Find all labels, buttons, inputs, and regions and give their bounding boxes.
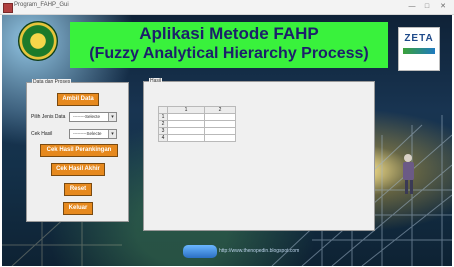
university-logo bbox=[18, 21, 58, 61]
minimize-button[interactable]: — bbox=[407, 2, 417, 11]
cek-hasil-akhir-button[interactable]: Cek Hasil Akhir bbox=[51, 163, 105, 176]
table-row-header: 3 bbox=[158, 127, 168, 135]
close-button[interactable]: ✕ bbox=[438, 2, 448, 11]
result-panel: Hasil 1 2 1 2 3 4 bbox=[143, 78, 375, 231]
jenis-data-label: Pilih Jenis Data bbox=[31, 114, 66, 120]
ambil-data-button[interactable]: Ambil Data bbox=[57, 93, 99, 106]
chevron-down-icon[interactable]: ▾ bbox=[108, 130, 116, 138]
app-icon bbox=[3, 3, 13, 13]
data-process-panel: Data dan Proses Ambil Data Pilih Jenis D… bbox=[26, 79, 129, 222]
zeta-logo-text: ZETA bbox=[404, 33, 434, 44]
cek-hasil-label: Cek Hasil bbox=[31, 131, 53, 137]
panel-caption: Data dan Proses bbox=[32, 79, 72, 85]
footer-url: http://www.thenopedin.blogspot.com bbox=[219, 248, 300, 254]
table-row-header: 1 bbox=[158, 113, 168, 121]
table-cell[interactable] bbox=[204, 127, 236, 135]
zeta-logo: ZETA bbox=[398, 27, 440, 71]
chevron-down-icon[interactable]: ▾ bbox=[108, 113, 116, 121]
main-window-background: Aplikasi Metode FAHP (Fuzzy Analytical H… bbox=[2, 15, 452, 266]
table-column-header[interactable]: 1 bbox=[167, 106, 205, 114]
cek-hasil-select[interactable]: ---------Selecte ▾ bbox=[69, 129, 117, 139]
table-row-header: 4 bbox=[158, 134, 168, 142]
result-table[interactable]: 1 2 1 2 3 4 bbox=[158, 106, 236, 142]
window-titlebar: Program_FAHP_Gui — □ ✕ bbox=[0, 0, 454, 15]
reset-button[interactable]: Reset bbox=[64, 183, 92, 196]
jenis-data-select[interactable]: --------Selecte ▾ bbox=[69, 112, 117, 122]
cek-perankingan-button[interactable]: Cek Hasil Perankingan bbox=[40, 144, 118, 157]
maximize-button[interactable]: □ bbox=[422, 2, 432, 11]
table-cell[interactable] bbox=[204, 120, 236, 128]
table-cell[interactable] bbox=[167, 120, 205, 128]
app-title-line1: Aplikasi Metode FAHP bbox=[139, 24, 319, 43]
app-title-banner: Aplikasi Metode FAHP (Fuzzy Analytical H… bbox=[70, 22, 388, 68]
table-row[interactable]: 4 bbox=[158, 134, 236, 142]
table-cell[interactable] bbox=[204, 134, 236, 142]
table-cell[interactable] bbox=[167, 113, 205, 121]
footer-logo bbox=[183, 245, 217, 258]
table-row-header: 2 bbox=[158, 120, 168, 128]
table-header-row: 1 2 bbox=[158, 106, 236, 114]
footer-banner: http://www.thenopedin.blogspot.com bbox=[183, 245, 299, 258]
table-corner-cell bbox=[158, 106, 168, 114]
table-cell[interactable] bbox=[167, 134, 205, 142]
table-cell[interactable] bbox=[204, 113, 236, 121]
table-cell[interactable] bbox=[167, 127, 205, 135]
zeta-logo-stripe bbox=[403, 48, 435, 54]
app-title-line2: (Fuzzy Analytical Hierarchy Process) bbox=[89, 45, 369, 62]
result-panel-caption: Hasil bbox=[149, 78, 163, 84]
table-row[interactable]: 2 bbox=[158, 120, 236, 128]
jenis-data-select-value: --------Selecte bbox=[73, 114, 100, 119]
table-column-header[interactable]: 2 bbox=[204, 106, 236, 114]
keluar-button[interactable]: Keluar bbox=[63, 202, 93, 215]
window-title: Program_FAHP_Gui bbox=[14, 2, 69, 8]
cek-hasil-select-value: ---------Selecte bbox=[73, 131, 102, 136]
table-row[interactable]: 1 bbox=[158, 113, 236, 121]
table-row[interactable]: 3 bbox=[158, 127, 236, 135]
